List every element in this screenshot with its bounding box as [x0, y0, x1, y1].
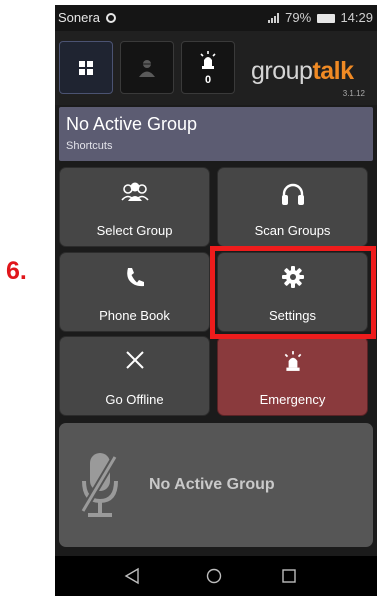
- back-icon[interactable]: [123, 567, 141, 585]
- grouptalk-logo: grouptalk: [251, 57, 354, 86]
- phone-icon: [126, 268, 144, 287]
- agent-icon: [139, 59, 155, 77]
- signal-icon: [267, 13, 279, 23]
- mic-off-icon: [79, 453, 119, 517]
- tile-icon-wrap: [60, 350, 209, 376]
- logo-part-2: talk: [312, 57, 354, 85]
- battery-percent: 79%: [285, 10, 312, 25]
- go-offline-label: Go Offline: [105, 392, 164, 407]
- android-nav-bar: [55, 556, 377, 596]
- group-subtitle: Shortcuts: [66, 140, 113, 152]
- emergency-button[interactable]: Emergency: [217, 336, 368, 416]
- close-icon: [125, 351, 144, 369]
- tile-icon-wrap: [218, 181, 367, 207]
- push-to-talk-button[interactable]: No Active Group: [59, 423, 373, 547]
- app-bar: 0 grouptalk 3.1.12: [55, 31, 377, 105]
- tile-icon-wrap: [60, 266, 209, 292]
- scan-groups-button[interactable]: Scan Groups: [217, 167, 368, 247]
- group-title: No Active Group: [66, 114, 198, 134]
- clock: 14:29: [340, 10, 373, 25]
- settings-highlight-frame: [210, 246, 376, 339]
- notification-icon: [105, 13, 116, 23]
- select-group-button[interactable]: Select Group: [59, 167, 210, 247]
- home-icon[interactable]: [205, 567, 223, 585]
- recent-apps-icon[interactable]: [280, 567, 298, 585]
- agent-button[interactable]: [120, 41, 174, 94]
- phone-book-label: Phone Book: [99, 308, 170, 323]
- alarm-icon: [284, 351, 301, 371]
- ptt-label: No Active Group: [149, 476, 275, 493]
- scan-groups-label: Scan Groups: [254, 223, 331, 238]
- alarm-button[interactable]: 0: [181, 41, 235, 94]
- phone-book-button[interactable]: Phone Book: [59, 252, 210, 332]
- status-bar: Sonera 79% 14:29: [55, 5, 377, 31]
- grid-button[interactable]: [59, 41, 113, 94]
- group-icon: [120, 182, 149, 201]
- app-version: 3.1.12: [342, 89, 365, 98]
- active-group-header[interactable]: No Active Group Shortcuts: [59, 107, 373, 161]
- grid-icon: [79, 60, 93, 75]
- carrier-block: Sonera: [58, 10, 116, 25]
- go-offline-button[interactable]: Go Offline: [59, 336, 210, 416]
- select-group-label: Select Group: [96, 223, 173, 238]
- carrier-label: Sonera: [58, 10, 100, 25]
- alarm-icon: [200, 51, 216, 69]
- battery-icon: [316, 14, 335, 23]
- phone-screen: Sonera 79% 14:29 0 grouptalk 3.1.12 No A…: [55, 5, 377, 596]
- headphones-icon: [281, 183, 304, 205]
- tile-icon-wrap: [218, 350, 367, 376]
- alarm-count: 0: [204, 74, 212, 86]
- status-right: 79% 14:29: [267, 10, 373, 25]
- tile-icon-wrap: [60, 181, 209, 207]
- step-label: 6.: [6, 257, 27, 285]
- logo-part-1: group: [251, 57, 313, 85]
- emergency-label: Emergency: [259, 392, 326, 407]
